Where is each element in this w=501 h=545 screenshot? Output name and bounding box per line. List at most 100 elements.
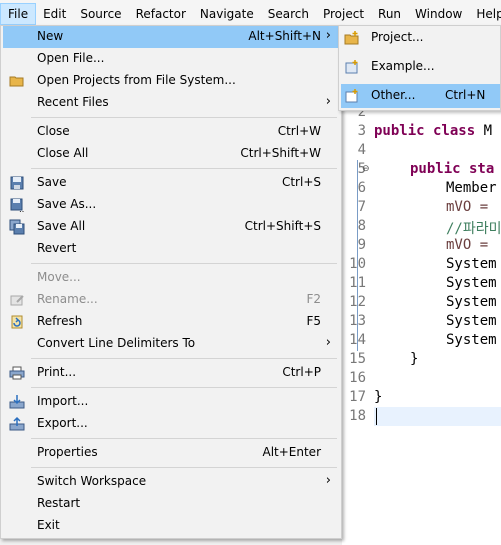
submenu-arrow-icon: ›: [325, 28, 331, 43]
fold-icon[interactable]: ⊖: [362, 164, 370, 174]
menu-separator: [31, 117, 337, 118]
line-number: 16: [349, 370, 366, 386]
line-number: 4: [357, 142, 366, 158]
export-icon: [9, 416, 25, 432]
menu-item-export[interactable]: Export...: [3, 413, 339, 435]
menu-item-shortcut: Ctrl+Shift+S: [244, 219, 321, 233]
code-line-14: System: [446, 332, 497, 348]
line-number: 13: [349, 313, 366, 329]
file-menu: New Alt+Shift+N › Open File... Open Proj…: [0, 25, 342, 539]
new-submenu: Project... Example... Other... Ctrl+N: [338, 25, 501, 111]
menu-item-rename: Rename... F2: [3, 289, 339, 311]
menu-item-save[interactable]: Save Ctrl+S: [3, 172, 339, 194]
menu-search[interactable]: Search: [261, 3, 316, 25]
code-line-9: mVO =: [446, 237, 489, 253]
menu-bar: File Edit Source Refactor Navigate Searc…: [0, 0, 501, 27]
menu-item-new[interactable]: New Alt+Shift+N ›: [3, 26, 339, 48]
menu-item-properties[interactable]: Properties Alt+Enter: [3, 442, 339, 464]
save-all-icon: [9, 219, 25, 235]
menu-item-shortcut: Ctrl+W: [277, 124, 321, 138]
menu-item-restart[interactable]: Restart: [3, 493, 339, 515]
refresh-icon: [9, 314, 25, 330]
line-number: 11: [349, 275, 366, 291]
code-line-11: System: [446, 275, 497, 291]
menu-item-revert[interactable]: Revert: [3, 238, 339, 260]
menu-item-save-all[interactable]: Save All Ctrl+Shift+S: [3, 216, 339, 238]
code-line-8: //파라미: [446, 221, 501, 237]
line-number: 9: [357, 237, 366, 253]
menu-item-label: Convert Line Delimiters To: [37, 336, 196, 350]
menu-item-exit[interactable]: Exit: [3, 515, 339, 537]
menu-item-close[interactable]: Close Ctrl+W: [3, 121, 339, 143]
code-line-15: }: [410, 351, 419, 367]
line-number: 6: [357, 180, 366, 196]
menu-run[interactable]: Run: [371, 3, 408, 25]
menu-item-shortcut: F2: [306, 292, 321, 306]
menu-item-close-all[interactable]: Close All Ctrl+Shift+W: [3, 143, 339, 165]
new-example-icon: [344, 59, 360, 75]
line-number: 17: [349, 389, 366, 405]
menu-source[interactable]: Source: [73, 3, 128, 25]
submenu-arrow-icon: ›: [325, 94, 331, 109]
menu-navigate[interactable]: Navigate: [193, 3, 261, 25]
code-line-6: Member: [446, 180, 497, 196]
menu-item-label: Exit: [37, 518, 60, 532]
menu-item-label: Revert: [37, 241, 77, 255]
menu-item-shortcut: Alt+Shift+N: [248, 29, 321, 43]
save-icon: [9, 175, 25, 191]
code-editor[interactable]: 2 3 4 5 ⊖ 6 7 8 9 10 11 12 13 14 15 16 1…: [342, 100, 501, 545]
menu-item-label: Save: [37, 175, 67, 189]
menu-project[interactable]: Project: [316, 3, 371, 25]
menu-item-label: Export...: [37, 416, 88, 430]
menu-item-convert-line-delimiters[interactable]: Convert Line Delimiters To ›: [3, 333, 339, 355]
menu-item-refresh[interactable]: Refresh F5: [3, 311, 339, 333]
menu-item-import[interactable]: Import...: [3, 391, 339, 413]
line-number: 10: [349, 256, 366, 272]
menu-item-label: Save All: [37, 219, 86, 233]
menu-item-label: Rename...: [37, 292, 98, 306]
submenu-item-shortcut: Ctrl+N: [445, 88, 486, 102]
menu-window[interactable]: Window: [408, 3, 469, 25]
menu-item-label: Save As...: [37, 197, 97, 211]
submenu-arrow-icon: ›: [325, 335, 331, 350]
menu-item-label: Import...: [37, 394, 89, 408]
submenu-item-example[interactable]: Example...: [341, 55, 500, 79]
menu-item-label: Close: [37, 124, 70, 138]
menu-separator: [31, 358, 337, 359]
menu-file[interactable]: File: [0, 3, 37, 25]
menu-edit[interactable]: Edit: [36, 3, 73, 25]
menu-item-label: Recent Files: [37, 95, 109, 109]
printer-icon: [9, 365, 25, 381]
line-number: 14: [349, 332, 366, 348]
code-line-7: mVO =: [446, 199, 489, 215]
menu-item-label: Open File...: [37, 51, 105, 65]
code-line-12: System: [446, 294, 497, 310]
menu-item-switch-workspace[interactable]: Switch Workspace ›: [3, 471, 339, 493]
menu-item-shortcut: Ctrl+Shift+W: [240, 146, 321, 160]
submenu-item-project[interactable]: Project...: [341, 26, 500, 50]
menu-help[interactable]: Help: [469, 3, 501, 25]
line-number: 3: [357, 123, 366, 139]
line-number: 8: [357, 218, 366, 234]
menu-refactor[interactable]: Refactor: [129, 3, 193, 25]
submenu-item-label: Project...: [371, 30, 424, 44]
menu-item-shortcut: Alt+Enter: [262, 445, 321, 459]
menu-separator: [31, 263, 337, 264]
menu-item-label: New: [37, 29, 64, 43]
menu-item-shortcut: Ctrl+P: [282, 365, 321, 379]
svg-text:…: …: [19, 205, 25, 213]
line-number: 7: [357, 199, 366, 215]
menu-item-recent-files[interactable]: Recent Files ›: [3, 92, 339, 114]
menu-item-print[interactable]: Print... Ctrl+P: [3, 362, 339, 384]
menu-item-open-projects[interactable]: Open Projects from File System...: [3, 70, 339, 92]
menu-item-save-as[interactable]: … Save As...: [3, 194, 339, 216]
import-icon: [9, 394, 25, 410]
code-line-10: System: [446, 256, 497, 272]
submenu-item-other[interactable]: Other... Ctrl+N: [341, 84, 500, 108]
code-line-13: System: [446, 313, 497, 329]
menu-item-shortcut: F5: [306, 314, 321, 328]
menu-separator: [31, 438, 337, 439]
code-line-17: }: [374, 389, 383, 405]
menu-item-open-file[interactable]: Open File...: [3, 48, 339, 70]
menu-item-shortcut: Ctrl+S: [281, 175, 321, 189]
